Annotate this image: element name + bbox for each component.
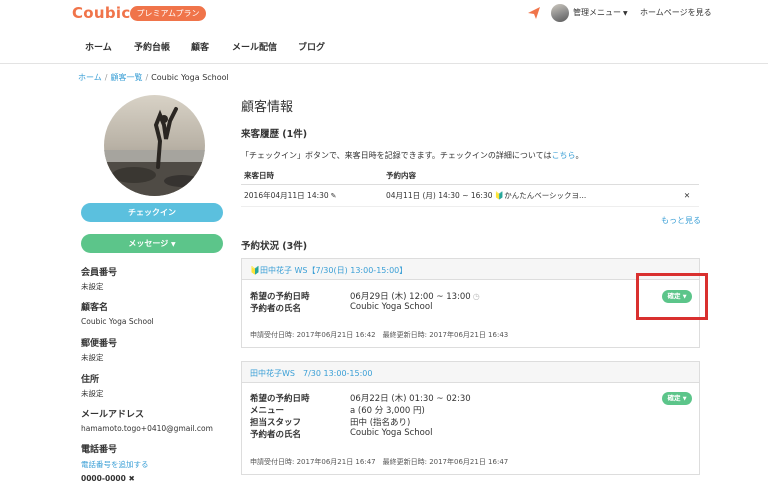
- reservation-content-cell: 04月11日 (月) 14:30 ~ 16:30 🔰かんたんベーシックヨ...: [383, 184, 675, 207]
- address-value: 未設定: [81, 389, 104, 398]
- checkin-description: 「チェックイン」ボタンで、来客日時を記録できます。チェックインの詳細についてはこ…: [241, 150, 583, 161]
- breadcrumb-home[interactable]: ホーム: [78, 73, 102, 82]
- reservation-meta: 申請受付日時: 2017年06月21日 16:42 最終更新日時: 2017年0…: [250, 331, 509, 339]
- field-label: 予約者の氏名: [250, 430, 302, 440]
- phone-label: 電話番号: [81, 445, 118, 455]
- homepage-link[interactable]: ホームページを見る: [640, 7, 712, 18]
- nav-item-home[interactable]: ホーム: [85, 40, 112, 53]
- field-label: 希望の予約日時: [250, 394, 310, 404]
- breadcrumb: ホーム / 顧客一覧 / Coubic Yoga School: [78, 73, 229, 82]
- postal-code-label: 郵便番号: [81, 339, 118, 349]
- profile-photo: [104, 95, 205, 196]
- status-label: 確定: [667, 394, 681, 402]
- visit-date: 2016年04月11日 14:30: [244, 191, 329, 200]
- member-no-label: 会員番号: [81, 268, 118, 278]
- reservation-title-link[interactable]: 田中花子 WS【7/30(日) 13:00-15:00】: [260, 266, 407, 275]
- email-value: hamamoto.togo+0410@gmail.com: [81, 424, 213, 433]
- caret-down-icon: ▼: [623, 10, 628, 17]
- field-label: メニュー: [250, 406, 285, 416]
- caret-down-icon: ▼: [171, 241, 176, 248]
- reservation-field: 予約者の氏名 Coubic Yoga School: [250, 302, 580, 314]
- reservation-field: 予約者の氏名 Coubic Yoga School: [250, 428, 580, 440]
- nav-item-customers[interactable]: 顧客: [191, 40, 209, 53]
- pencil-icon[interactable]: ✎: [331, 192, 337, 200]
- reservation-card: 🔰田中花子 WS【7/30(日) 13:00-15:00】 希望の予約日時 06…: [241, 258, 700, 348]
- field-value: a (60 分 3,000 円): [350, 406, 425, 416]
- customer-name-label: 顧客名: [81, 303, 109, 313]
- table-row: 2016年04月11日 14:30 ✎ 04月11日 (月) 14:30 ~ 16…: [241, 184, 699, 207]
- visit-history-table: 来客日時 予約内容 2016年04月11日 14:30 ✎ 04月11日 (月) …: [241, 167, 699, 207]
- reservation-title-link[interactable]: 田中花子WS 7/30 13:00-15:00: [250, 369, 373, 378]
- top-bar: Coubic プレミアムプラン 管理メニュー ▼ ホームページを見る: [0, 0, 768, 28]
- field-value: 田中 (指名あり): [350, 418, 411, 428]
- column-header-reservation: 予約内容: [383, 167, 675, 185]
- column-header-visit-date: 来客日時: [241, 167, 383, 185]
- breadcrumb-current: Coubic Yoga School: [151, 73, 229, 82]
- clock-icon: ◷: [472, 292, 480, 301]
- field-value: Coubic Yoga School: [350, 428, 433, 438]
- member-no-value: 未設定: [81, 282, 104, 291]
- reservations-title: 予約状況 (3件): [241, 241, 308, 252]
- customer-name-value: Coubic Yoga School: [81, 317, 154, 326]
- breadcrumb-customers[interactable]: 顧客一覧: [110, 73, 142, 82]
- premium-plan-badge[interactable]: プレミアムプラン: [130, 6, 206, 21]
- close-icon[interactable]: ✖: [129, 474, 135, 483]
- reservation-field: 希望の予約日時 06月29日 (木) 12:00 ~ 13:00 ◷: [250, 290, 580, 302]
- add-phone-link[interactable]: 電話番号を追加する: [81, 459, 149, 470]
- beginner-leaf-icon: 🔰: [250, 266, 260, 275]
- reservation-field: 担当スタッフ 田中 (指名あり): [250, 416, 580, 428]
- checkin-button[interactable]: チェックイン: [81, 203, 223, 222]
- phone-number: 0000-0000: [81, 474, 126, 483]
- visit-history-title: 来客履歴 (1件): [241, 129, 308, 140]
- phone-value: 0000-0000 ✖: [81, 474, 135, 483]
- address-label: 住所: [81, 375, 100, 385]
- reservation-meta: 申請受付日時: 2017年06月21日 16:47 最終更新日時: 2017年0…: [250, 458, 509, 466]
- reservation-field: メニュー a (60 分 3,000 円): [250, 404, 580, 416]
- nav-item-mail[interactable]: メール配信: [232, 40, 277, 53]
- admin-menu-dropdown[interactable]: 管理メニュー ▼: [573, 7, 628, 18]
- reservation-card: 田中花子WS 7/30 13:00-15:00 希望の予約日時 06月22日 (…: [241, 361, 700, 475]
- field-value: 06月29日 (木) 12:00 ~ 13:00 ◷: [350, 290, 480, 302]
- field-label: 予約者の氏名: [250, 304, 302, 314]
- nav-item-reservation-book[interactable]: 予約台帳: [134, 40, 170, 53]
- main-nav: ホーム 予約台帳 顧客 メール配信 ブログ: [0, 28, 768, 64]
- checkin-description-text: 「チェックイン」ボタンで、来客日時を記録できます。チェックインの詳細については: [241, 151, 552, 160]
- close-icon[interactable]: ✕: [675, 184, 699, 207]
- paper-plane-icon[interactable]: [528, 7, 540, 19]
- status-dropdown[interactable]: 確定 ▼: [662, 392, 692, 405]
- field-value: Coubic Yoga School: [350, 302, 433, 312]
- field-label: 希望の予約日時: [250, 292, 310, 302]
- page-title: 顧客情報: [241, 100, 294, 115]
- reservation-field: 希望の予約日時 06月22日 (木) 01:30 ~ 02:30: [250, 392, 580, 404]
- highlight-box: [636, 273, 708, 320]
- reservation-datetime: 06月29日 (木) 12:00 ~ 13:00: [350, 292, 471, 302]
- caret-down-icon: ▼: [682, 396, 687, 402]
- field-label: 担当スタッフ: [250, 418, 302, 428]
- reservation-card-header: 🔰田中花子 WS【7/30(日) 13:00-15:00】: [242, 259, 699, 280]
- reservation-card-header: 田中花子WS 7/30 13:00-15:00: [242, 362, 699, 383]
- email-label: メールアドレス: [81, 410, 145, 420]
- message-button[interactable]: メッセージ ▼: [81, 234, 223, 253]
- admin-menu-label: 管理メニュー: [573, 8, 621, 17]
- more-link[interactable]: もっと見る: [661, 215, 701, 226]
- column-header-actions: [675, 167, 699, 185]
- nav-item-blog[interactable]: ブログ: [298, 40, 325, 53]
- visit-date-cell[interactable]: 2016年04月11日 14:30 ✎: [241, 184, 383, 207]
- avatar[interactable]: [551, 4, 569, 22]
- checkin-description-end: 。: [575, 151, 584, 160]
- message-button-label: メッセージ: [128, 239, 169, 248]
- checkin-help-link[interactable]: こちら: [551, 151, 575, 160]
- field-value: 06月22日 (木) 01:30 ~ 02:30: [350, 394, 471, 404]
- logo[interactable]: Coubic: [72, 4, 131, 22]
- postal-code-value: 未設定: [81, 353, 104, 362]
